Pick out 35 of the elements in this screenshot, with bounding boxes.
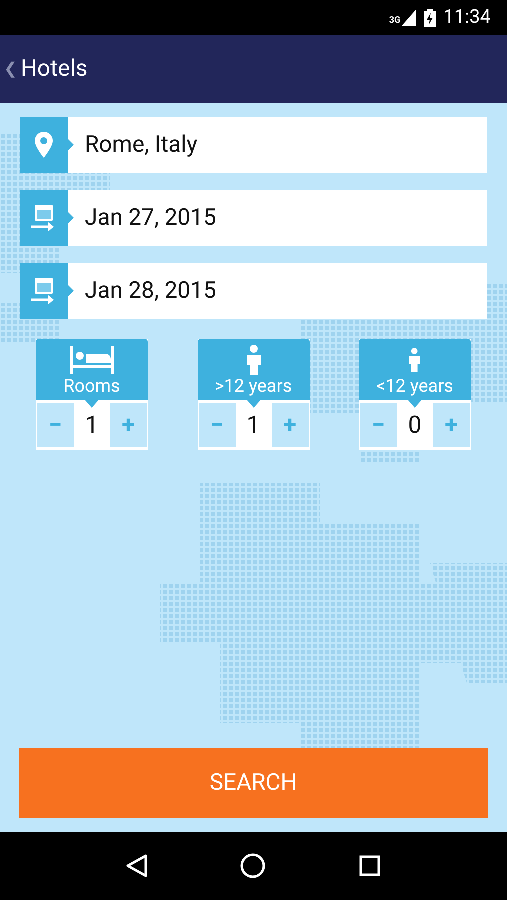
counter-value: 0	[408, 410, 422, 441]
clock: 11:34	[444, 4, 491, 30]
field-value: Rome, Italy	[85, 130, 198, 160]
person-icon	[246, 344, 260, 374]
network-type: 3G	[389, 16, 401, 26]
recents-icon[interactable]	[358, 855, 381, 877]
counter-label: >12 years	[214, 376, 292, 398]
pointer-notch-icon	[68, 212, 74, 224]
home-icon[interactable]	[240, 853, 266, 879]
back-icon[interactable]	[126, 854, 148, 878]
input-field[interactable]: Jan 28, 2015	[20, 263, 487, 319]
counter-value: 1	[85, 410, 99, 441]
increment-button[interactable]: +	[272, 403, 308, 447]
search-button[interactable]: SEARCH	[19, 748, 488, 818]
pointer-notch-icon	[68, 139, 74, 151]
counter-value: 1	[246, 410, 260, 441]
signal-icon	[402, 10, 416, 26]
back-button[interactable]: ❮	[4, 57, 17, 81]
map-pin-icon	[35, 132, 53, 158]
person-icon	[409, 348, 421, 372]
decrement-button[interactable]: −	[360, 403, 397, 447]
pointer-notch-icon	[68, 285, 74, 297]
input-field[interactable]: Rome, Italy	[20, 117, 487, 173]
increment-button[interactable]: +	[110, 403, 147, 447]
field-value: Jan 27, 2015	[85, 202, 216, 233]
input-field[interactable]: Jan 27, 2015	[20, 190, 487, 246]
counter-label: <12 years	[376, 376, 454, 398]
battery-icon	[424, 8, 436, 26]
screen-title: Hotels	[21, 54, 88, 84]
bed-icon	[70, 346, 114, 374]
increment-button[interactable]: +	[433, 403, 470, 447]
field-value: Jan 28, 2015	[85, 276, 216, 306]
decrement-button[interactable]: −	[37, 403, 74, 447]
decrement-button[interactable]: −	[198, 403, 236, 447]
counter-label: Rooms	[64, 376, 120, 398]
